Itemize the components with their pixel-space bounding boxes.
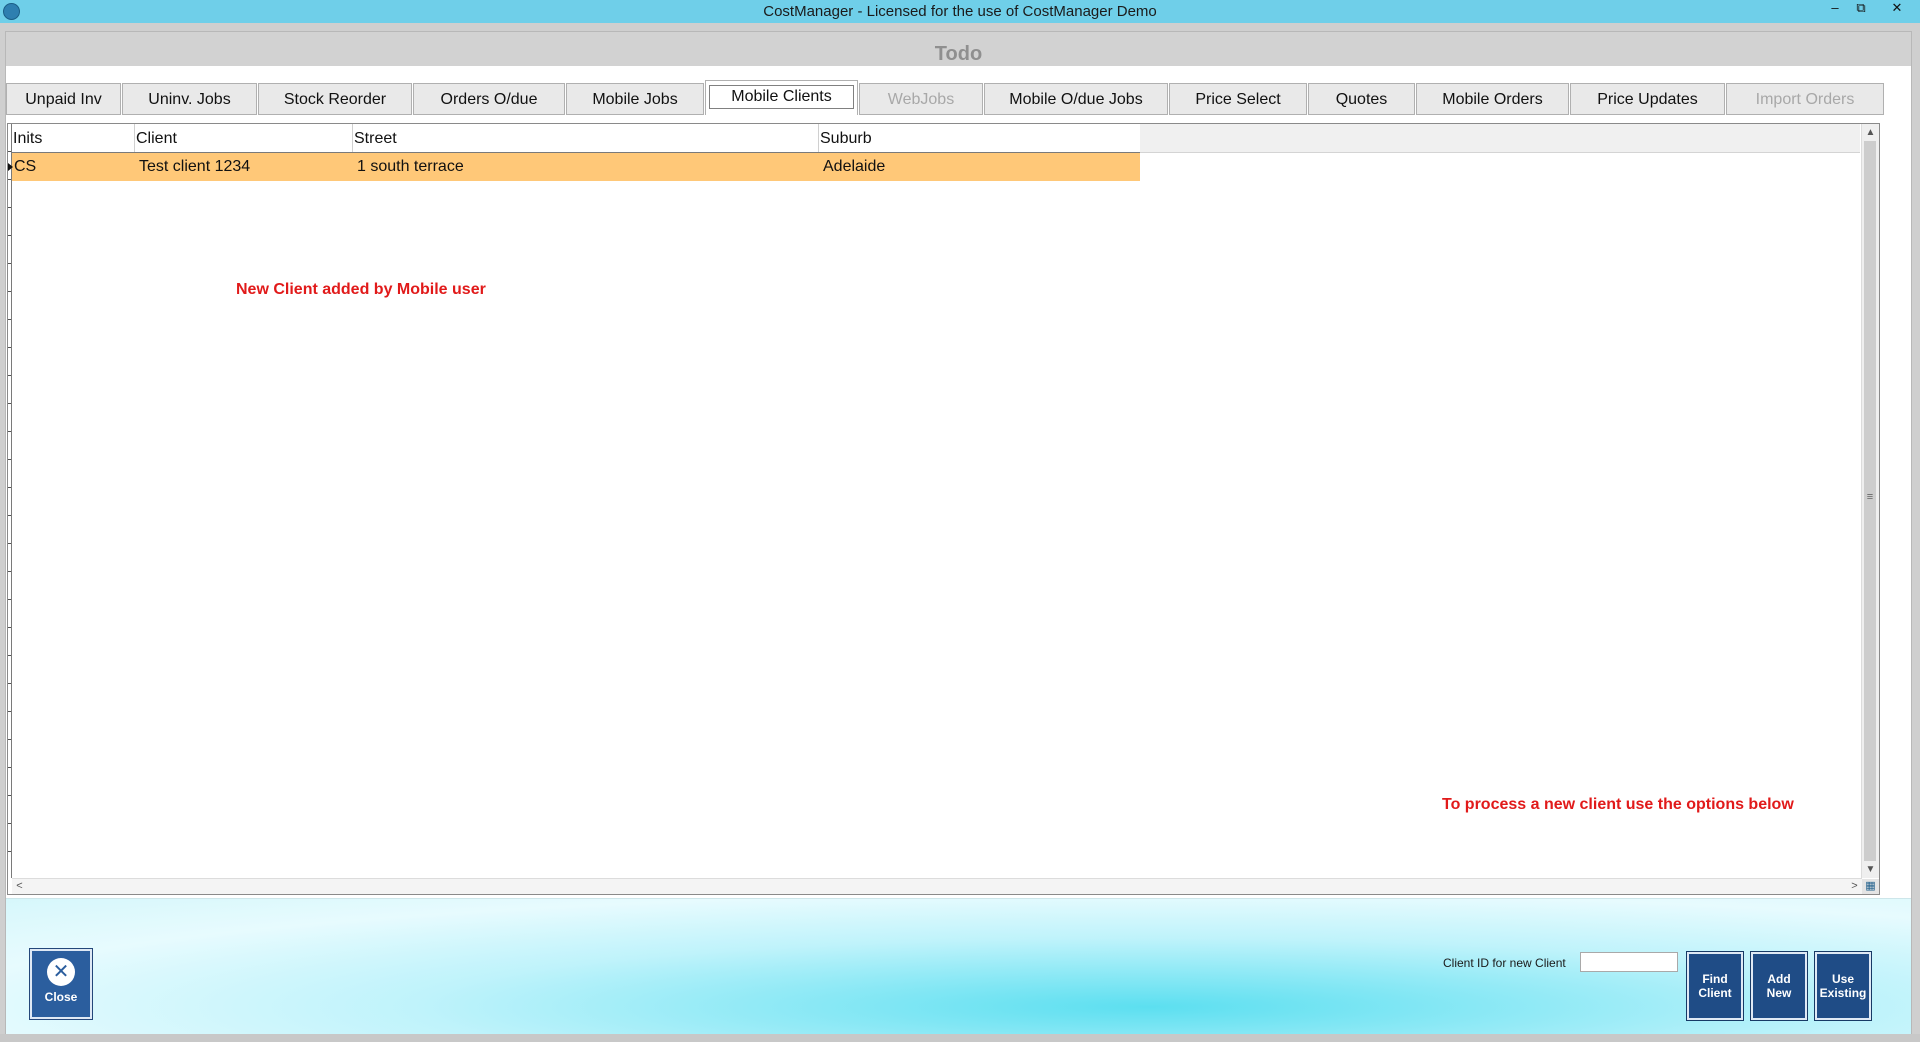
tab-webjobs[interactable]: WebJobs [859, 83, 983, 115]
vertical-scrollbar[interactable]: ▲ ≡ ▼ [1861, 124, 1879, 878]
tab-label: Import Orders [1755, 91, 1855, 108]
tab-mobile-clients[interactable]: Mobile Clients [705, 80, 858, 115]
scroll-up-icon[interactable]: ▲ [1862, 124, 1879, 141]
tab-orders-odue[interactable]: Orders O/due [413, 83, 565, 115]
window-titlebar: CostManager - Licensed for the use of Co… [0, 0, 1920, 23]
column-header-street[interactable]: Street [352, 124, 818, 152]
scroll-grip-icon: ≡ [1866, 491, 1874, 503]
app-icon [3, 3, 20, 20]
minimize-button[interactable]: – [1822, 0, 1848, 18]
tab-price-select[interactable]: Price Select [1169, 83, 1307, 115]
close-window-button[interactable]: ✕ [1874, 0, 1920, 18]
client-id-label: Client ID for new Client [1443, 956, 1566, 970]
tab-label: Orders O/due [440, 91, 538, 108]
tab-label: Mobile Jobs [592, 91, 678, 108]
tab-label: Unpaid Inv [25, 91, 102, 108]
tab-label: Mobile Orders [1442, 91, 1543, 108]
add-new-button[interactable]: Add New [1751, 952, 1807, 1020]
page-title: Todo [6, 32, 1911, 66]
cell-suburb: Adelaide [823, 158, 886, 175]
tab-label: Uninv. Jobs [148, 91, 231, 108]
current-row-arrow-icon [8, 163, 13, 171]
table-row[interactable]: CS Test client 1234 1 south terrace Adel… [8, 153, 1140, 181]
row-indicator-column [8, 124, 12, 878]
tab-mobile-odue-jobs[interactable]: Mobile O/due Jobs [984, 83, 1168, 115]
tab-label: WebJobs [887, 91, 955, 108]
tab-quotes[interactable]: Quotes [1308, 83, 1415, 115]
close-button[interactable]: ✕ Close [30, 949, 92, 1019]
use-existing-button[interactable]: Use Existing [1815, 952, 1871, 1020]
restore-button[interactable]: ⧉ [1848, 0, 1874, 18]
tab-label: Price Updates [1597, 91, 1698, 108]
grid-header: Inits Client Street Suburb [12, 124, 1140, 153]
close-x-icon: ✕ [47, 958, 75, 986]
clients-grid[interactable]: Inits Client Street Suburb CS Test clien… [7, 123, 1880, 895]
process-hint-annotation: To process a new client use the options … [1442, 796, 1794, 813]
tab-label: Quotes [1335, 91, 1388, 108]
window-title: CostManager - Licensed for the use of Co… [763, 3, 1157, 20]
grid-options-icon[interactable]: ▦ [1862, 879, 1879, 894]
tab-stock-reorder[interactable]: Stock Reorder [258, 83, 412, 115]
close-button-label: Close [44, 990, 78, 1004]
horizontal-scrollbar[interactable]: < > [12, 878, 1862, 894]
scroll-down-icon[interactable]: ▼ [1862, 861, 1879, 878]
scroll-right-icon[interactable]: > [1847, 879, 1862, 894]
column-header-inits[interactable]: Inits [12, 124, 134, 152]
add-new-label: Add New [1766, 972, 1792, 1000]
tab-uninv-jobs[interactable]: Uninv. Jobs [122, 83, 257, 115]
status-strip [0, 1034, 1920, 1042]
new-client-annotation: New Client added by Mobile user [236, 281, 486, 298]
bottom-panel: ✕ Close Client ID for new Client Find Cl… [6, 898, 1911, 1034]
find-client-label: Find Client [1698, 972, 1732, 1000]
cell-inits: CS [14, 158, 37, 175]
tab-focus-frame: Mobile Clients [709, 85, 854, 109]
window-controls: – ⧉ ✕ [1822, 0, 1920, 18]
tab-unpaid-inv[interactable]: Unpaid Inv [6, 83, 121, 115]
find-client-button[interactable]: Find Client [1687, 952, 1743, 1020]
tab-label: Mobile O/due Jobs [1009, 91, 1143, 108]
scroll-left-icon[interactable]: < [12, 879, 27, 894]
tab-label: Price Select [1195, 91, 1281, 108]
tab-label: Mobile Clients [731, 88, 832, 105]
tab-label: Stock Reorder [283, 91, 387, 108]
tab-price-updates[interactable]: Price Updates [1570, 83, 1725, 115]
tab-import-orders[interactable]: Import Orders [1726, 83, 1884, 115]
tab-mobile-jobs[interactable]: Mobile Jobs [566, 83, 704, 115]
client-id-input[interactable] [1580, 952, 1678, 972]
cell-client: Test client 1234 [139, 158, 251, 175]
cell-street: 1 south terrace [357, 158, 464, 175]
grid-header-empty [1140, 124, 1860, 153]
column-header-suburb[interactable]: Suburb [818, 124, 1140, 152]
use-existing-label: Use Existing [1819, 972, 1867, 1000]
column-header-client[interactable]: Client [134, 124, 352, 152]
tab-mobile-orders[interactable]: Mobile Orders [1416, 83, 1569, 115]
main-frame: Todo Unpaid Inv Uninv. Jobs Stock Reorde… [5, 31, 1912, 1034]
tab-strip: Unpaid Inv Uninv. Jobs Stock Reorder Ord… [6, 80, 1911, 115]
